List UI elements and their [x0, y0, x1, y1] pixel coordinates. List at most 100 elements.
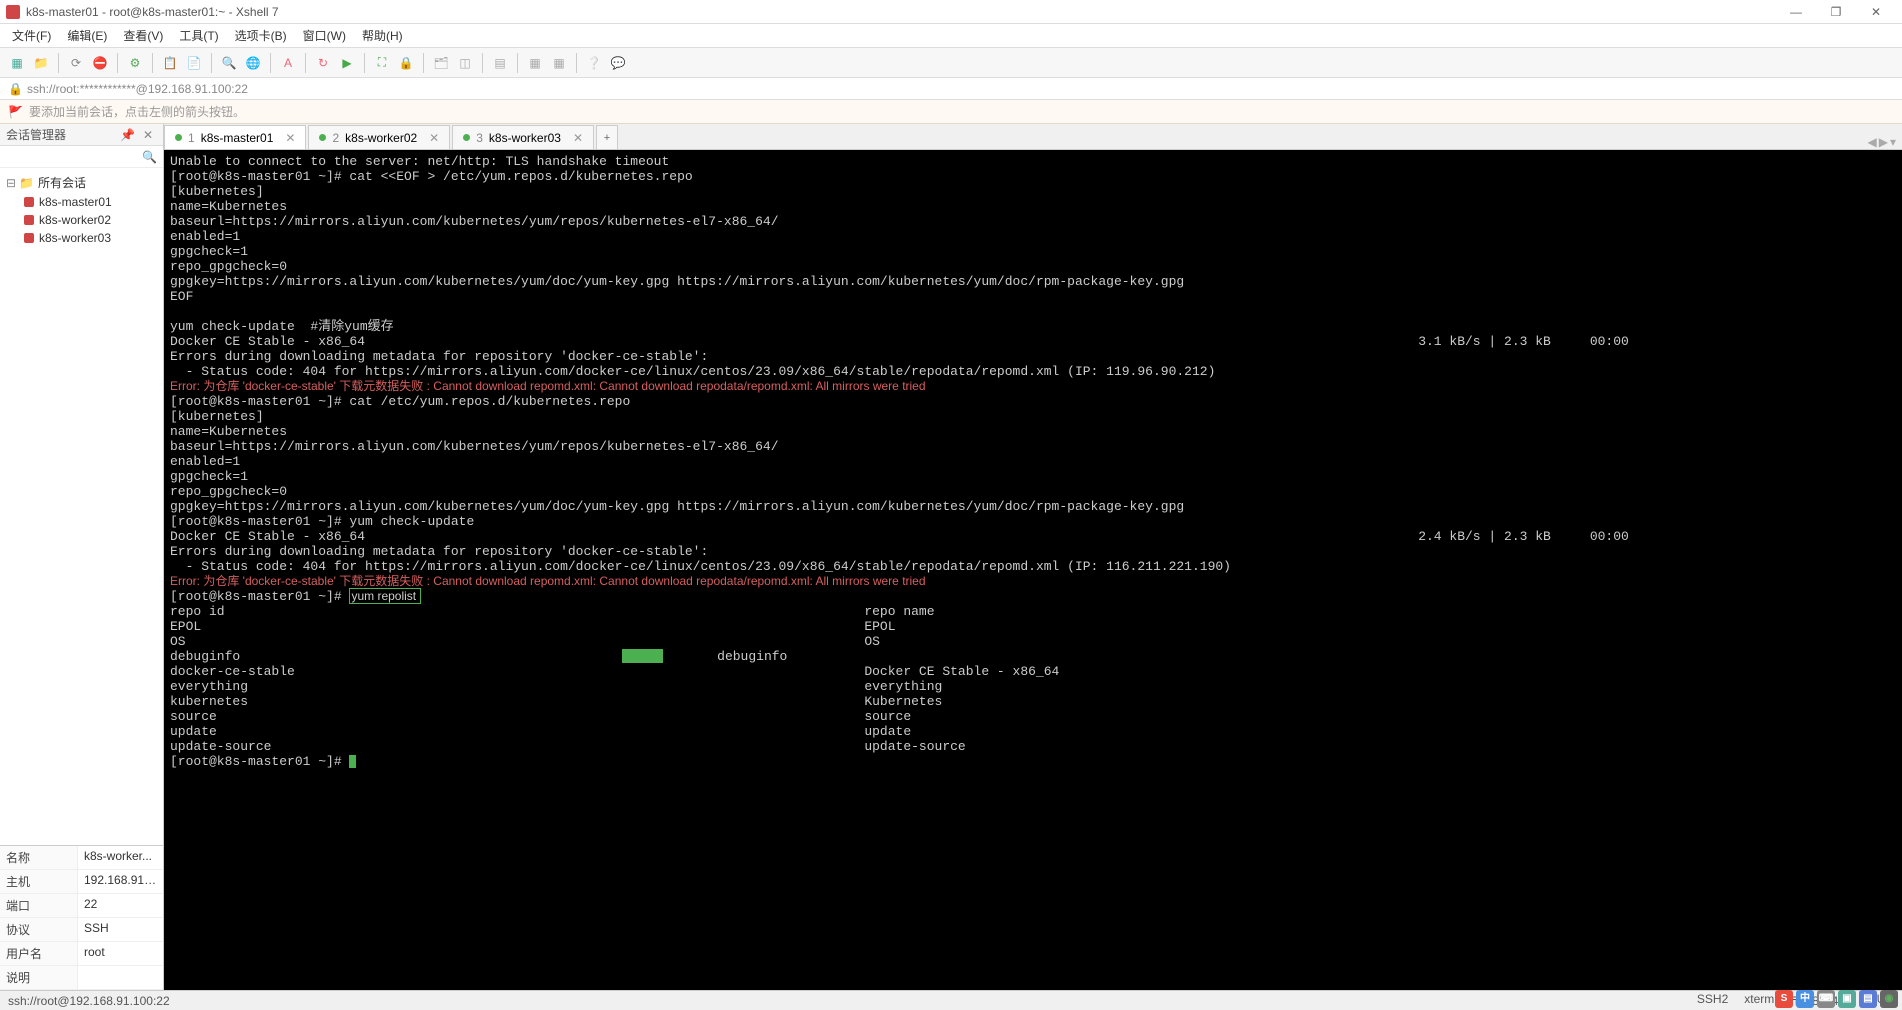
menu-view[interactable]: 查看(V)	[115, 24, 171, 47]
prop-value	[78, 966, 163, 989]
help-icon[interactable]: ❔	[583, 52, 605, 74]
tray-icon-blue[interactable]: ▤	[1859, 990, 1877, 1008]
tab-k8s-master01[interactable]: 1 k8s-master01 ✕	[164, 125, 306, 149]
tab-label: k8s-master01	[201, 131, 274, 145]
app-logo-icon	[6, 5, 20, 19]
chat-icon[interactable]: 💬	[607, 52, 629, 74]
tab-k8s-worker02[interactable]: 2 k8s-worker02 ✕	[308, 125, 450, 149]
tab-next-icon[interactable]: ▶	[1879, 135, 1888, 149]
tree-root[interactable]: ⊟ 📁 所有会话	[6, 172, 157, 193]
tab-close-icon[interactable]: ✕	[285, 131, 295, 145]
tile-icon[interactable]: ▤	[489, 52, 511, 74]
tray-icon-s[interactable]: S	[1775, 990, 1793, 1008]
pin-icon[interactable]: 📌	[116, 128, 139, 142]
tray-icon-zh[interactable]: 中	[1796, 990, 1814, 1008]
menu-tools[interactable]: 工具(T)	[171, 24, 226, 47]
separator	[270, 53, 271, 73]
tab-num: 2	[332, 131, 339, 145]
address-bar[interactable]: 🔒 ssh://root:************@192.168.91.100…	[0, 78, 1902, 100]
tab-prev-icon[interactable]: ◀	[1868, 135, 1877, 149]
maximize-button[interactable]: ❐	[1816, 2, 1856, 22]
hint-text: 要添加当前会话，点击左侧的箭头按钮。	[29, 103, 245, 120]
status-dot-icon	[463, 134, 470, 141]
session-node[interactable]: k8s-worker03	[6, 229, 157, 247]
tab-new-button[interactable]: +	[596, 125, 618, 149]
tray-icon-spotify[interactable]: ◉	[1880, 990, 1898, 1008]
folder-icon: 📁	[19, 176, 34, 190]
tab-list-icon[interactable]: ▾	[1890, 135, 1896, 149]
separator	[482, 53, 483, 73]
tab-label: k8s-worker03	[489, 131, 561, 145]
prop-key: 协议	[0, 918, 78, 941]
tab-label: k8s-worker02	[345, 131, 417, 145]
status-dot-icon	[175, 134, 182, 141]
minimize-button[interactable]: —	[1776, 2, 1816, 22]
menu-help[interactable]: 帮助(H)	[354, 24, 411, 47]
search-icon[interactable]: 🔍	[218, 52, 240, 74]
tray-icon-keyboard[interactable]: ⌨	[1817, 990, 1835, 1008]
panel-title: 会话管理器	[6, 126, 66, 143]
paste-icon[interactable]: 📄	[183, 52, 205, 74]
address-text: ssh://root:************@192.168.91.100:2…	[27, 82, 248, 96]
server-icon	[24, 233, 34, 243]
status-dot-icon	[319, 134, 326, 141]
globe-icon[interactable]: 🌐	[242, 52, 264, 74]
session-label: k8s-worker03	[39, 231, 111, 245]
separator	[152, 53, 153, 73]
minus-icon: ⊟	[6, 176, 16, 190]
prop-key: 说明	[0, 966, 78, 989]
separator	[58, 53, 59, 73]
prop-value: 22	[78, 894, 163, 917]
tab-strip: 1 k8s-master01 ✕ 2 k8s-worker02 ✕ 3 k8s-…	[164, 124, 1902, 150]
session-node[interactable]: k8s-master01	[6, 193, 157, 211]
session-tree: ⊟ 📁 所有会话 k8s-master01 k8s-worker02 k8s-w…	[0, 168, 163, 845]
main-region: 会话管理器 📌 ✕ 🔍 ⊟ 📁 所有会话 k8s-master01 k8s-wo…	[0, 124, 1902, 990]
grid1-icon[interactable]: ▦	[524, 52, 546, 74]
menu-tabs[interactable]: 选项卡(B)	[227, 24, 295, 47]
session-node[interactable]: k8s-worker02	[6, 211, 157, 229]
grid2-icon[interactable]: ▦	[548, 52, 570, 74]
properties-icon[interactable]: ⚙	[124, 52, 146, 74]
disconnect-icon[interactable]: ⛔	[89, 52, 111, 74]
tab-close-icon[interactable]: ✕	[573, 131, 583, 145]
terminal[interactable]: Unable to connect to the server: net/htt…	[164, 150, 1902, 990]
status-left: ssh://root@192.168.91.100:22	[8, 994, 170, 1008]
copy-icon[interactable]: 📋	[159, 52, 181, 74]
close-button[interactable]: ✕	[1856, 2, 1896, 22]
panel-close-icon[interactable]: ✕	[139, 128, 157, 142]
separator	[117, 53, 118, 73]
prop-key: 名称	[0, 846, 78, 869]
menu-window[interactable]: 窗口(W)	[295, 24, 354, 47]
menu-bar: 文件(F) 编辑(E) 查看(V) 工具(T) 选项卡(B) 窗口(W) 帮助(…	[0, 24, 1902, 48]
open-folder-icon[interactable]: 📁	[30, 52, 52, 74]
lock-small-icon: 🔒	[8, 82, 23, 96]
tab-k8s-worker03[interactable]: 3 k8s-worker03 ✕	[452, 125, 594, 149]
content-region: 1 k8s-master01 ✕ 2 k8s-worker02 ✕ 3 k8s-…	[164, 124, 1902, 990]
server-icon	[24, 197, 34, 207]
font-icon[interactable]: A	[277, 52, 299, 74]
menu-edit[interactable]: 编辑(E)	[59, 24, 115, 47]
fullscreen-icon[interactable]: ⛶	[371, 52, 393, 74]
session-label: k8s-master01	[39, 195, 112, 209]
search-small-icon: 🔍	[142, 150, 157, 164]
server-icon	[24, 215, 34, 225]
new-session-icon[interactable]: ▦	[6, 52, 28, 74]
tray-icon-generic[interactable]: ▣	[1838, 990, 1856, 1008]
run-icon[interactable]: ▶	[336, 52, 358, 74]
title-bar: k8s-master01 - root@k8s-master01:~ - Xsh…	[0, 0, 1902, 24]
hint-bar: 🚩 要添加当前会话，点击左侧的箭头按钮。	[0, 100, 1902, 124]
split-icon[interactable]: ◫	[454, 52, 476, 74]
prop-value: root	[78, 942, 163, 965]
status-bar: ssh://root@192.168.91.100:22 SSH2 xterm …	[0, 990, 1902, 1010]
menu-file[interactable]: 文件(F)	[4, 24, 59, 47]
lock-icon[interactable]: 🔒	[395, 52, 417, 74]
panel-header: 会话管理器 📌 ✕	[0, 124, 163, 146]
panel-search[interactable]: 🔍	[0, 146, 163, 168]
reconnect-icon[interactable]: ⟳	[65, 52, 87, 74]
session-manager-panel: 会话管理器 📌 ✕ 🔍 ⊟ 📁 所有会话 k8s-master01 k8s-wo…	[0, 124, 164, 990]
folder2-icon[interactable]: 🗂	[430, 52, 452, 74]
tab-close-icon[interactable]: ✕	[429, 131, 439, 145]
refresh-icon[interactable]: ↻	[312, 52, 334, 74]
tree-root-label: 所有会话	[38, 174, 86, 191]
prop-value: 192.168.91....	[78, 870, 163, 893]
